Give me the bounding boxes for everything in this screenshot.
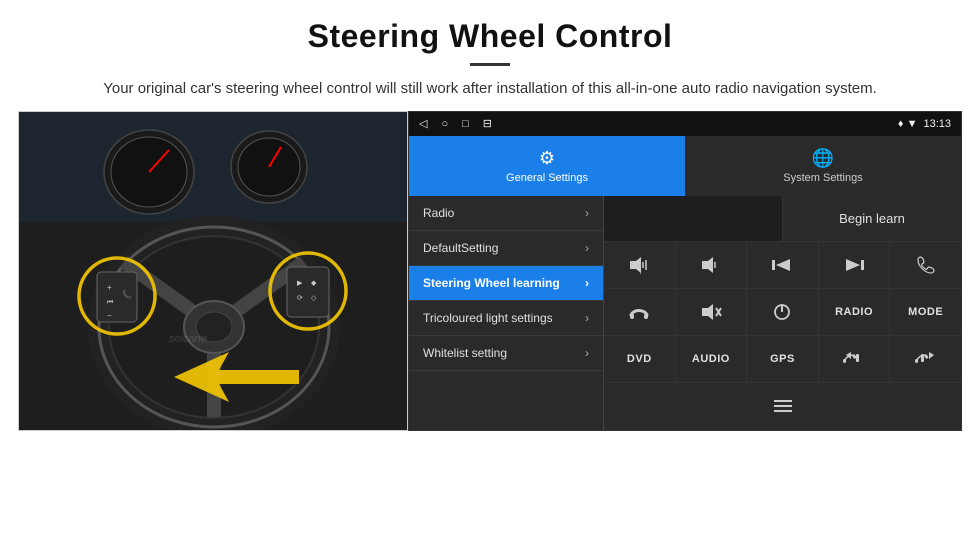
tab-general-settings[interactable]: ⚙ General Settings — [409, 136, 685, 196]
menu-item-whitelist[interactable]: Whitelist setting › — [409, 336, 603, 371]
nav-back-icon[interactable]: ◁ — [419, 117, 427, 130]
svg-text:+: + — [107, 283, 112, 292]
menu-default-label: DefaultSetting — [423, 241, 585, 255]
call-prev-icon — [843, 351, 865, 367]
call-button[interactable] — [890, 242, 961, 288]
main-content: Radio › DefaultSetting › Steering Wheel … — [409, 196, 961, 430]
menu-default-chevron: › — [585, 241, 589, 255]
menu-steering-chevron: › — [585, 276, 589, 290]
dvd-button[interactable]: DVD — [604, 336, 676, 382]
menu-item-tricoloured[interactable]: Tricoloured light settings › — [409, 301, 603, 336]
header-section: Steering Wheel Control Your original car… — [0, 0, 980, 111]
svg-text:◆: ◆ — [311, 280, 317, 287]
control-row-4 — [604, 383, 961, 429]
menu-radio-label: Radio — [423, 206, 585, 220]
audio-button[interactable]: AUDIO — [676, 336, 748, 382]
menu-item-radio[interactable]: Radio › — [409, 196, 603, 231]
call-icon — [917, 256, 935, 274]
header-subtitle: Your original car's steering wheel contr… — [100, 78, 880, 101]
call-prev-button[interactable] — [819, 336, 891, 382]
volume-down-button[interactable]: − — [676, 242, 748, 288]
gps-status-icon: ♦ ▼ — [898, 118, 918, 130]
time-display: 13:13 — [923, 118, 951, 130]
svg-text:▶: ▶ — [297, 280, 303, 287]
svg-text:⏮: ⏮ — [107, 299, 113, 306]
menu-radio-chevron: › — [585, 206, 589, 220]
list-icon — [772, 398, 794, 414]
menu-panel: Radio › DefaultSetting › Steering Wheel … — [409, 196, 604, 430]
android-ui-panel: ◁ ○ □ ⊟ ♦ ▼ 13:13 ⚙ General Settings 🌐 — [408, 111, 962, 431]
title-divider — [470, 63, 510, 66]
nav-recent-icon[interactable]: □ — [462, 118, 469, 130]
radio-mode-button[interactable]: RADIO — [819, 289, 891, 335]
mute-icon — [700, 303, 722, 321]
tab-general-label: General Settings — [506, 172, 588, 184]
nav-buttons: ◁ ○ □ ⊟ — [419, 117, 492, 130]
page-title: Steering Wheel Control — [40, 18, 940, 55]
gps-button[interactable]: GPS — [747, 336, 819, 382]
menu-steering-label: Steering Wheel learning — [423, 276, 585, 290]
control-panel: Begin learn + — [604, 196, 961, 430]
content-area: + ⏮ − 📞 ▶ ◆ ⟳ ◇ seicane — [0, 111, 980, 441]
svg-text:📞: 📞 — [122, 289, 132, 299]
tab-system-label: System Settings — [783, 172, 862, 184]
next-track-button[interactable] — [819, 242, 891, 288]
control-row-1: + − — [604, 242, 961, 289]
menu-item-default[interactable]: DefaultSetting › — [409, 231, 603, 266]
menu-tricoloured-chevron: › — [585, 311, 589, 325]
system-settings-icon: 🌐 — [812, 148, 834, 169]
svg-text:seicane: seicane — [169, 333, 207, 345]
prev-track-button[interactable] — [747, 242, 819, 288]
svg-text:◇: ◇ — [311, 295, 317, 302]
svg-text:−: − — [710, 271, 715, 274]
control-grid: + − — [604, 242, 961, 430]
power-button[interactable] — [747, 289, 819, 335]
status-indicators: ♦ ▼ 13:13 — [898, 118, 951, 130]
mode-button[interactable]: MODE — [890, 289, 961, 335]
nav-home-icon[interactable]: ○ — [441, 118, 448, 130]
vol-down-icon: − — [700, 256, 722, 274]
power-icon — [773, 303, 791, 321]
volume-up-button[interactable]: + — [604, 242, 676, 288]
menu-whitelist-label: Whitelist setting — [423, 346, 585, 360]
tab-system-settings[interactable]: 🌐 System Settings — [685, 136, 961, 196]
call-next-icon — [915, 351, 937, 367]
menu-item-steering[interactable]: Steering Wheel learning › — [409, 266, 603, 301]
menu-list-button[interactable] — [604, 383, 961, 429]
tab-bar: ⚙ General Settings 🌐 System Settings — [409, 136, 961, 196]
hang-up-icon — [629, 303, 649, 321]
control-top-row: Begin learn — [604, 196, 961, 242]
svg-text:+: + — [638, 271, 643, 274]
control-row-2: RADIO MODE — [604, 289, 961, 336]
svg-text:⟳: ⟳ — [297, 295, 303, 302]
status-bar: ◁ ○ □ ⊟ ♦ ▼ 13:13 — [409, 112, 961, 136]
hang-up-button[interactable] — [604, 289, 676, 335]
svg-text:−: − — [107, 311, 112, 320]
begin-learn-button[interactable]: Begin learn — [783, 196, 961, 241]
next-track-icon — [844, 257, 864, 273]
car-steering-wheel-image: + ⏮ − 📞 ▶ ◆ ⟳ ◇ seicane — [19, 112, 408, 431]
mute-button[interactable] — [676, 289, 748, 335]
control-row-3: DVD AUDIO GPS — [604, 336, 961, 383]
page-container: Steering Wheel Control Your original car… — [0, 0, 980, 441]
menu-tricoloured-label: Tricoloured light settings — [423, 311, 585, 325]
general-settings-icon: ⚙ — [539, 148, 555, 169]
nav-cast-icon[interactable]: ⊟ — [483, 117, 492, 130]
menu-whitelist-chevron: › — [585, 346, 589, 360]
call-next-button[interactable] — [890, 336, 961, 382]
car-image-panel: + ⏮ − 📞 ▶ ◆ ⟳ ◇ seicane — [18, 111, 408, 431]
control-empty-cell — [604, 196, 783, 241]
prev-track-icon — [772, 257, 792, 273]
vol-up-icon: + — [628, 256, 650, 274]
